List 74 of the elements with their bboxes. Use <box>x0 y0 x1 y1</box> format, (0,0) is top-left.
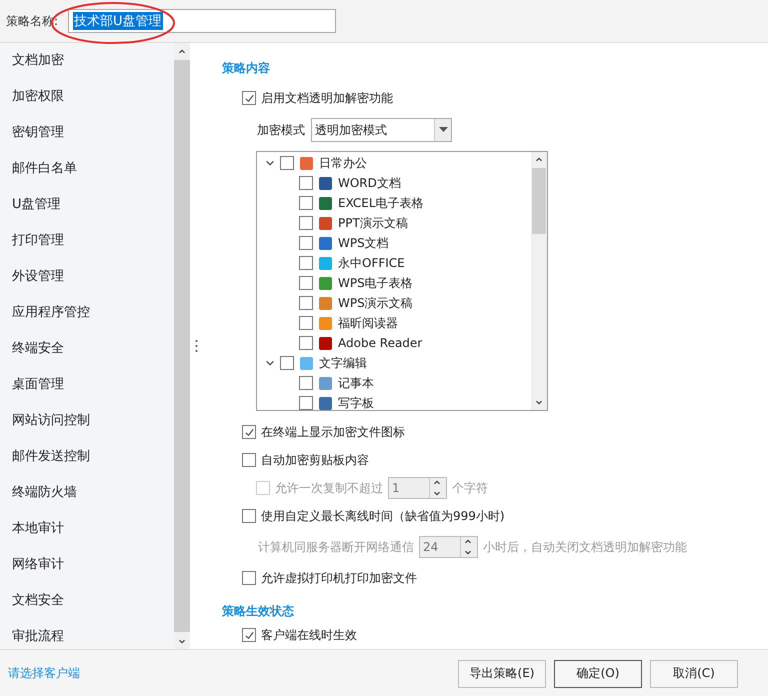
sidebar-item[interactable]: 应用程序管控 <box>0 295 174 331</box>
checkbox[interactable] <box>242 91 256 105</box>
sidebar-item[interactable]: 加密权限 <box>0 79 174 115</box>
option-label: 使用自定义最长离线时间（缺省值为999小时) <box>261 508 505 524</box>
option-label: 在终端上显示加密文件图标 <box>261 424 405 440</box>
unit-label: 小时后，自动关闭文档透明加解密功能 <box>483 538 687 556</box>
checkbox[interactable] <box>242 453 256 467</box>
scrollbar[interactable] <box>174 43 190 649</box>
tree-item[interactable]: WPS演示文稿 <box>338 294 413 312</box>
checkbox[interactable] <box>299 196 313 210</box>
sidebar-item[interactable]: 终端防火墙 <box>0 475 174 511</box>
dialog-button[interactable]: 导出策略(E) <box>458 660 546 688</box>
sidebar-item[interactable]: 终端安全 <box>0 331 174 367</box>
sidebar-item[interactable]: 外设管理 <box>0 259 174 295</box>
sidebar-item[interactable]: 密钥管理 <box>0 115 174 151</box>
checkbox[interactable] <box>280 356 294 370</box>
section-heading: 策略内容 <box>222 61 271 76</box>
checkbox[interactable] <box>299 216 313 230</box>
sidebar-item[interactable]: 邮件发送控制 <box>0 439 174 475</box>
option-label: 客户端在线时生效 <box>261 626 357 644</box>
checkbox[interactable] <box>299 176 313 190</box>
option-label: 允许一次复制不超过 <box>275 480 383 496</box>
checkbox[interactable] <box>299 396 313 410</box>
sidebar-item[interactable]: 文档安全 <box>0 583 174 619</box>
field-label: 加密模式 <box>257 122 305 138</box>
tree-item[interactable]: 永中OFFICE <box>338 254 405 272</box>
checkbox[interactable] <box>280 156 294 170</box>
scrollbar[interactable] <box>531 152 547 410</box>
tree-item[interactable]: 记事本 <box>338 374 374 392</box>
tree-item[interactable]: EXCEL电子表格 <box>338 194 424 212</box>
checkbox[interactable] <box>299 336 313 350</box>
tree-item[interactable]: PPT演示文稿 <box>338 214 408 232</box>
sidebar-item[interactable]: 网络审计 <box>0 547 174 583</box>
sidebar-item[interactable]: 审批流程 <box>0 619 174 649</box>
dialog-button[interactable]: 确定(O) <box>554 660 642 688</box>
expander-icon[interactable] <box>265 358 275 368</box>
dropdown-arrow-icon[interactable] <box>438 127 448 133</box>
option-label: 允许虚拟打印机打印加密文件 <box>261 570 417 586</box>
name-field[interactable]: 技术部U盘管理 <box>68 9 336 33</box>
tree-item[interactable]: WPS电子表格 <box>338 274 413 292</box>
checkbox[interactable] <box>242 571 256 585</box>
checkbox[interactable] <box>299 256 313 270</box>
tree-item[interactable]: 福昕阅读器 <box>338 314 398 332</box>
mode-dropdown[interactable]: 透明加密模式 <box>311 118 452 142</box>
checkbox[interactable] <box>299 316 313 330</box>
checkbox[interactable] <box>299 236 313 250</box>
tree-item[interactable]: Adobe Reader <box>338 336 422 350</box>
dialog-button[interactable]: 取消(C) <box>650 660 738 688</box>
sidebar-item[interactable]: 文档加密 <box>0 43 174 79</box>
sidebar-item[interactable]: 桌面管理 <box>0 367 174 403</box>
section-heading: 策略生效状态 <box>222 604 294 618</box>
scroll-thumb[interactable] <box>532 168 546 234</box>
checkbox[interactable] <box>242 628 256 642</box>
checkbox[interactable] <box>299 296 313 310</box>
tree-item[interactable]: 写字板 <box>338 394 374 410</box>
checkbox[interactable] <box>242 425 256 439</box>
option-label: 计算机同服务器断开网络通信 <box>258 538 414 556</box>
checkbox[interactable] <box>299 376 313 390</box>
option-label: 启用文档透明加解密功能 <box>261 90 393 106</box>
tree-item[interactable]: WORD文档 <box>338 174 401 192</box>
checkbox[interactable] <box>242 509 256 523</box>
sidebar-item[interactable]: 本地审计 <box>0 511 174 547</box>
expander-icon[interactable] <box>265 158 275 168</box>
unit-label: 个字符 <box>452 480 488 496</box>
splitter-handle[interactable] <box>194 339 198 353</box>
option-label: 自动加密剪贴板内容 <box>261 452 369 468</box>
tree-item[interactable]: WPS文档 <box>338 234 389 252</box>
checkbox[interactable] <box>299 276 313 290</box>
tree-item[interactable]: 文字编辑 <box>319 354 367 372</box>
sidebar-item[interactable]: 打印管理 <box>0 223 174 259</box>
sidebar-item[interactable]: U盘管理 <box>0 187 174 223</box>
sidebar-item[interactable]: 网站访问控制 <box>0 403 174 439</box>
tree-item[interactable]: 日常办公 <box>319 154 367 172</box>
sidebar-item[interactable]: 邮件白名单 <box>0 151 174 187</box>
